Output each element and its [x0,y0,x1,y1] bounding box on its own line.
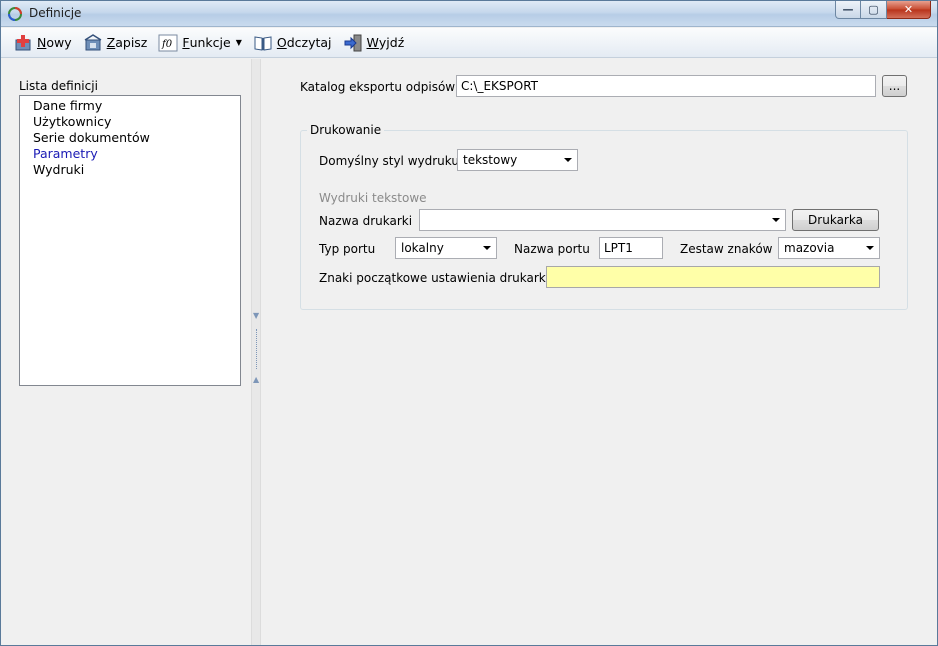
printer-button[interactable]: Drukarka [792,209,879,231]
text-prints-header: Wydruki tekstowe [319,191,427,205]
definicje-window: Definicje — ▢ ✕ Nowy Zapisz f0 F unkcje … [0,0,938,646]
window-title: Definicje [29,6,82,20]
collapse-down-icon[interactable]: ▼ [253,311,259,320]
export-dir-label: Katalog eksportu odpisów [300,80,456,94]
toolbar: Nowy Zapisz f0 Funkcje ▼ Odczytaj W yjdź [1,28,937,58]
export-dir-value: C:\_EKSPORT [461,79,539,93]
exit-button[interactable]: Wyjdź [339,31,409,55]
port-name-label: Nazwa portu [514,242,590,256]
new-button[interactable]: Nowy [9,31,76,55]
port-type-label: Typ portu [319,242,376,256]
definitions-list[interactable]: Dane firmy Użytkownicy Serie dokumentów … [19,95,241,386]
new-key: N [37,35,47,50]
save-icon [84,33,102,50]
functions-button[interactable]: f0 Funkcje ▼ [154,31,245,55]
list-item-wydruki[interactable]: Wydruki [20,162,240,178]
chevron-down-icon [866,246,874,250]
panel-splitter[interactable]: ▼ ▲ [251,59,261,645]
parameters-panel: Katalog eksportu odpisów C:\_EKSPORT ...… [261,59,937,645]
maximize-button[interactable]: ▢ [861,1,887,19]
port-name-input[interactable]: LPT1 [599,237,663,259]
exit-key: W [366,35,379,50]
chevron-down-icon [772,218,780,222]
window-controls: — ▢ ✕ [835,1,931,19]
minimize-icon: — [842,3,854,16]
save-button[interactable]: Zapisz [79,31,152,55]
list-item-parametry[interactable]: Parametry [20,146,240,162]
read-label: dczytaj [286,35,332,50]
default-style-value: tekstowy [463,153,518,167]
printing-group-title: Drukowanie [307,123,385,137]
save-label: apisz [115,35,148,50]
close-button[interactable]: ✕ [887,1,931,19]
printer-name-label: Nazwa drukarki [319,214,413,228]
definitions-list-label: Lista definicji [19,79,98,93]
exit-label: yjdź [378,35,405,50]
browse-button[interactable]: ... [882,75,907,97]
new-icon [15,34,31,50]
default-style-select[interactable]: tekstowy [457,149,578,171]
title-bar[interactable]: Definicje — ▢ ✕ [1,1,937,27]
charset-select[interactable]: mazovia [778,237,880,259]
port-type-value: lokalny [401,241,444,255]
save-key: Z [106,35,116,50]
read-icon [254,35,272,51]
port-type-select[interactable]: lokalny [395,237,497,259]
maximize-icon: ▢ [868,3,879,16]
list-item-serie-dokumentow[interactable]: Serie dokumentów [20,130,240,146]
list-item-dane-firmy[interactable]: Dane firmy [20,98,240,114]
function-icon: f0 [158,34,178,51]
functions-label: unkcje [189,35,231,50]
svg-text:f0: f0 [161,39,173,50]
chevron-down-icon: ▼ [235,38,242,47]
collapse-up-icon[interactable]: ▲ [253,375,259,384]
port-name-value: LPT1 [604,241,633,255]
printer-name-select[interactable] [419,209,786,231]
charset-value: mazovia [784,241,835,255]
exit-icon [344,34,362,51]
definitions-panel: Lista definicji Dane firmy Użytkownicy S… [1,59,251,645]
export-dir-input[interactable]: C:\_EKSPORT [456,75,876,97]
init-chars-label: Znaki początkowe ustawienia drukarki [319,271,550,285]
init-chars-input[interactable] [546,266,880,288]
printer-button-label: Drukarka [808,213,863,227]
app-icon [8,7,22,21]
read-button[interactable]: Odczytaj [249,31,336,55]
minimize-button[interactable]: — [835,1,861,19]
default-style-label: Domyślny styl wydruku [319,154,459,168]
read-key: O [276,35,287,50]
charset-label: Zestaw znaków [680,242,773,256]
functions-key: F [182,35,190,50]
browse-label: ... [888,79,901,93]
chevron-down-icon [483,246,491,250]
close-icon: ✕ [903,3,914,16]
new-label: owy [46,35,72,50]
chevron-down-icon [564,158,572,162]
list-item-uzytkownicy[interactable]: Użytkownicy [20,114,240,130]
splitter-grip [256,329,257,369]
